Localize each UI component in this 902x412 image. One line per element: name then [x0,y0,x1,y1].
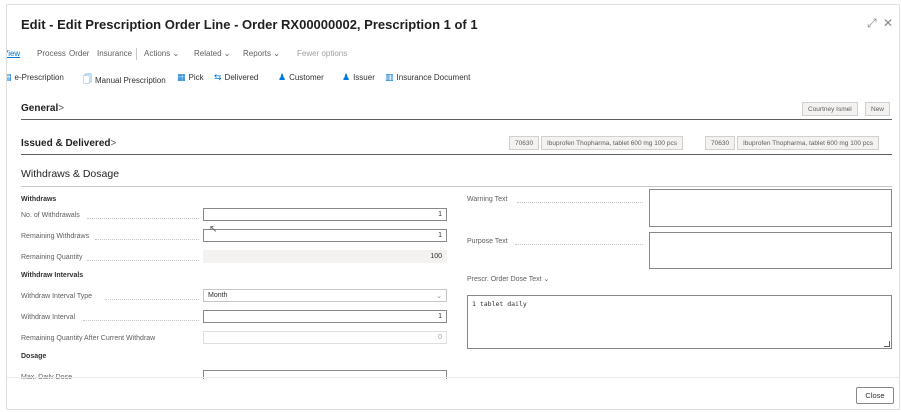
customer-button[interactable]: ♟ Customer [278,72,324,83]
expand-icon[interactable]: ⤢ [867,16,877,31]
section-divider [21,154,892,155]
footer-divider [7,377,899,378]
pick-button[interactable]: ▦ Pick [177,72,204,83]
delivered-icon: ⇆ [214,72,222,82]
pick-label: Pick [188,73,204,82]
dialog-title: Edit - Edit Prescription Order Line - Or… [21,17,478,32]
e-prescription-button[interactable]: ▤ e-Prescription [7,72,64,83]
delivered-item-no-pill: 70630 [705,136,736,150]
label-leader [87,260,199,261]
insurance-document-icon: ▥ [385,72,394,82]
tab-insurance[interactable]: Insurance [97,49,132,58]
no-of-withdrawals-field[interactable]: 1 [203,208,447,221]
withdraw-intervals-group-heading: Withdraw Intervals [21,272,84,279]
manual-prescription-label: Manual Prescription [95,75,166,85]
prescription-icon: ▤ [7,72,12,83]
warning-text-label: Warning Text [467,196,508,203]
label-leader [517,202,643,203]
chevron-right-icon: > [58,103,65,114]
tab-view[interactable]: View [7,49,20,58]
withdraws-dosage-heading: Withdraws & Dosage [21,168,120,180]
dose-text-value: 1 tablet daily [472,300,527,308]
close-button[interactable]: Close [856,387,894,404]
dosage-group-heading: Dosage [21,353,47,360]
menu-related[interactable]: Related ⌄ [194,49,231,58]
purpose-text-label: Purpose Text [467,238,508,245]
promoted-actions-toolbar: ▤ e-Prescription 🗍 Manual Prescription ▦… [7,68,899,88]
manual-prescription-button[interactable]: 🗍 Manual Prescription [83,72,166,88]
label-leader [83,320,199,321]
section-divider [21,119,892,120]
remaining-quantity-label: Remaining Quantity [21,254,83,261]
dose-text-area[interactable]: 1 tablet daily [467,295,892,349]
delivered-button[interactable]: ⇆ Delivered [214,72,258,83]
no-of-withdrawals-label: No. of Withdrawals [21,212,80,219]
menu-reports[interactable]: Reports ⌄ [243,49,280,58]
general-customer-pill: Courtney Ismel [802,102,858,116]
withdraw-interval-type-value: Month [208,292,228,299]
dose-text-dropdown[interactable]: Prescr. Order Dose Text ⌄ [467,275,549,283]
tab-order[interactable]: Order [69,49,89,58]
tab-process[interactable]: Process [37,49,66,58]
label-leader [515,244,643,245]
delivered-item-desc-pill: Ibuprofen Thopharma, tablet 600 mg 100 p… [737,136,879,150]
customer-label: Customer [289,73,324,82]
pick-icon: ▦ [177,72,186,82]
insurance-document-button[interactable]: ▥ Insurance Document [385,72,470,83]
purpose-text-field[interactable] [649,232,892,269]
document-icon: 🗍 [83,74,92,84]
withdraw-interval-field[interactable]: 1 [203,310,447,323]
withdraws-group-heading: Withdraws [21,196,57,203]
fewer-options-button[interactable]: Fewer options [297,49,347,58]
withdraw-interval-label: Withdraw Interval [21,314,76,321]
chevron-down-icon: ⌄ [436,292,442,300]
issued-item-desc-pill: Ibuprofen Thopharma, tablet 600 mg 100 p… [541,136,683,150]
remaining-withdraws-field[interactable]: 1 [203,229,447,242]
label-leader [105,299,199,300]
general-section-header[interactable]: General> [21,103,64,114]
action-bar: View Process Order Insurance Actions ⌄ R… [7,45,899,65]
warning-text-field[interactable] [649,189,892,227]
section-divider [21,186,892,187]
resize-handle[interactable] [884,341,890,347]
issued-item-no-pill: 70630 [509,136,540,150]
person-icon: ♟ [278,72,287,82]
delivered-label: Delivered [224,73,259,82]
general-heading: General [21,103,59,114]
withdraw-interval-type-select[interactable]: Month ⌄ [203,289,447,302]
title-bar: Edit - Edit Prescription Order Line - Or… [7,5,899,41]
action-bar-divider [136,48,137,60]
label-leader [87,218,199,219]
chevron-right-icon: > [110,138,117,149]
person-icon: ♟ [342,72,351,82]
issuer-label: Issuer [353,73,375,82]
issued-delivered-section-header[interactable]: Issued & Delivered> [21,138,116,149]
remaining-quantity-after-label: Remaining Quantity After Current Withdra… [21,335,156,342]
dialog-window: Edit - Edit Prescription Order Line - Or… [6,4,900,410]
issued-delivered-heading: Issued & Delivered [21,138,111,149]
issuer-button[interactable]: ♟ Issuer [342,72,375,83]
close-icon[interactable]: ✕ [883,16,893,30]
remaining-withdraws-label: Remaining Withdraws [21,233,90,240]
menu-actions[interactable]: Actions ⌄ [144,49,179,58]
mouse-pointer-icon: ↖ [209,224,218,235]
withdraw-interval-type-label: Withdraw Interval Type [21,293,93,300]
label-leader [95,239,199,240]
e-prescription-label: e-Prescription [14,73,64,82]
general-status-pill: New [865,102,891,116]
insurance-document-label: Insurance Document [396,73,471,82]
remaining-quantity-field: 100 [203,250,447,263]
remaining-quantity-after-field: 0 [203,331,447,344]
